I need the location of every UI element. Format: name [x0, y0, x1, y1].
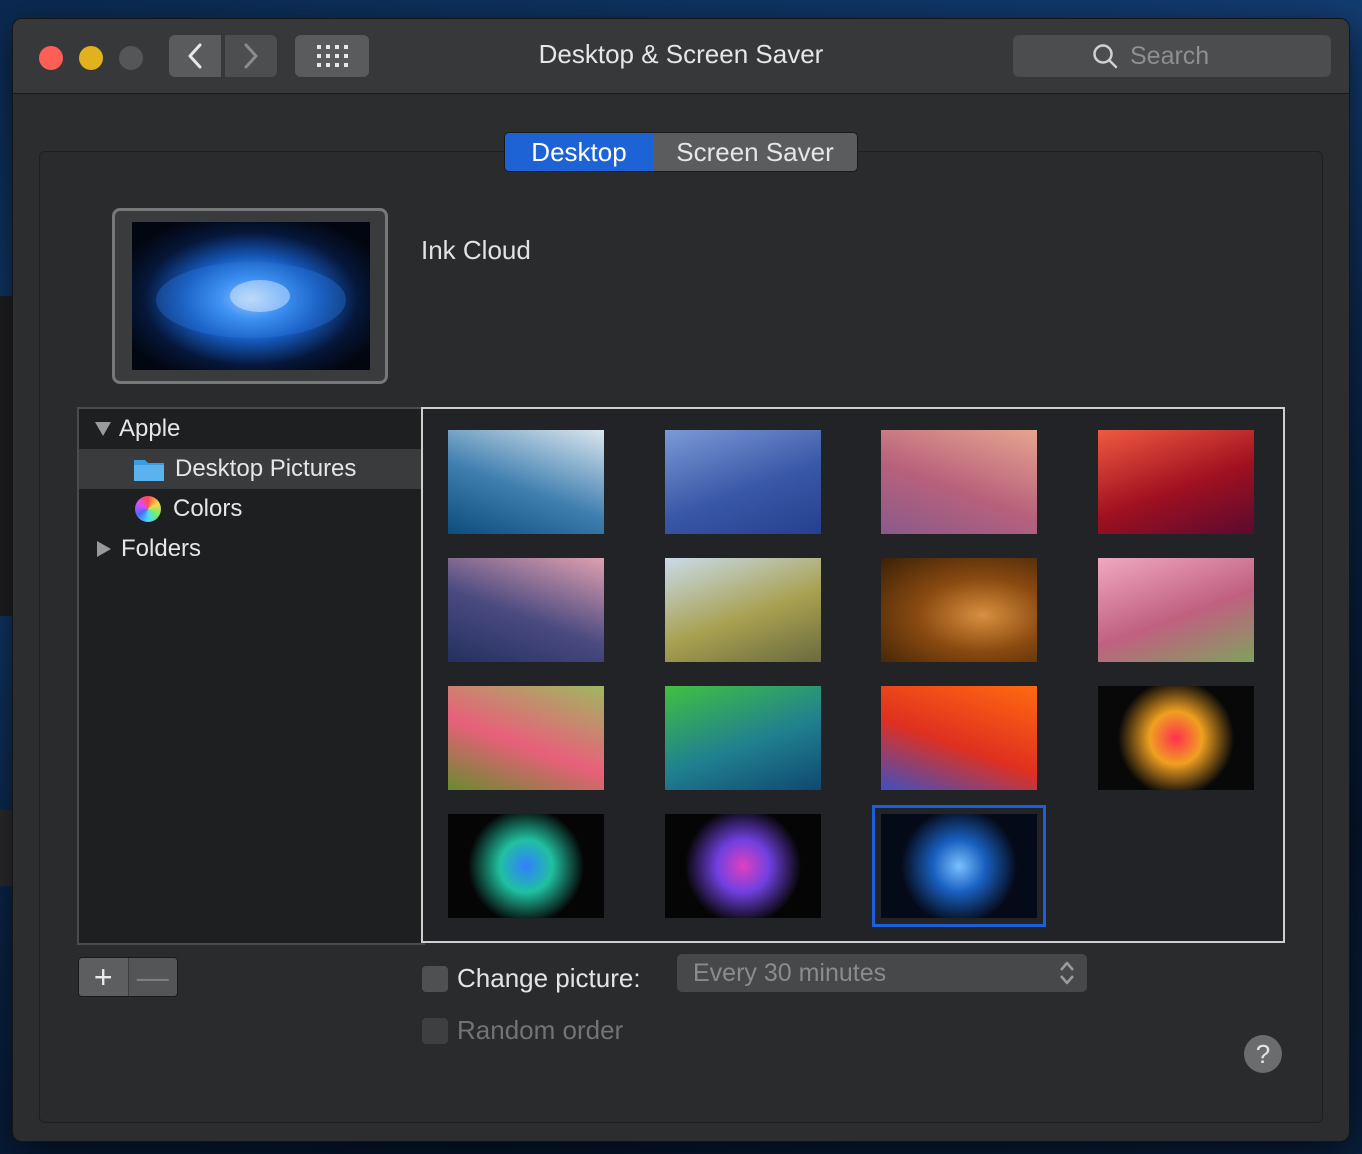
add-source-button[interactable]: +	[79, 958, 128, 996]
random-order-checkbox[interactable]	[421, 1017, 449, 1045]
color-wheel-icon	[135, 496, 161, 522]
folder-icon	[134, 460, 164, 481]
search-field[interactable]	[1013, 35, 1331, 77]
current-wallpaper-image	[132, 222, 370, 370]
wallpaper-thumbnail[interactable]	[881, 686, 1037, 790]
wallpaper-thumbnail[interactable]	[448, 558, 604, 662]
disclosure-right-icon[interactable]	[97, 541, 111, 557]
tab-screen-saver[interactable]: Screen Saver	[653, 133, 857, 171]
wallpaper-thumbnail[interactable]	[448, 686, 604, 790]
source-group-apple[interactable]: Apple	[79, 409, 423, 449]
wallpaper-thumbnail[interactable]	[1098, 686, 1254, 790]
change-picture-checkbox[interactable]	[421, 965, 449, 993]
wallpaper-thumbnail[interactable]	[1098, 558, 1254, 662]
source-group-label: Folders	[121, 535, 202, 562]
wallpaper-thumbnail[interactable]	[872, 805, 1046, 927]
source-item-desktop-pictures[interactable]: Desktop Pictures	[79, 449, 423, 489]
disclosure-down-icon[interactable]	[95, 422, 111, 436]
remove-source-button[interactable]: —	[127, 958, 177, 996]
change-picture-label: Change picture:	[457, 963, 641, 993]
wallpaper-thumbnail[interactable]	[448, 814, 604, 918]
tab-desktop[interactable]: Desktop	[505, 133, 653, 171]
help-button[interactable]: ?	[1244, 1035, 1282, 1073]
source-group-folders[interactable]: Folders	[79, 529, 423, 569]
wallpaper-thumbnail[interactable]	[448, 430, 604, 534]
source-item-label: Colors	[173, 495, 243, 522]
source-group-label: Apple	[119, 415, 181, 442]
source-buttons: + —	[78, 957, 178, 997]
source-list[interactable]: Apple Desktop Pictures Colors Folders	[77, 407, 425, 945]
background-window-edge	[0, 810, 12, 886]
random-order-label: Random order	[457, 1015, 624, 1045]
wallpaper-thumbnail[interactable]	[665, 686, 821, 790]
source-item-colors[interactable]: Colors	[79, 489, 423, 529]
wallpaper-thumbnail[interactable]	[881, 558, 1037, 662]
wallpaper-thumbnail[interactable]	[1098, 430, 1254, 534]
tab-bar: Desktop Screen Saver	[504, 132, 858, 172]
current-picture-name: Ink Cloud	[421, 235, 531, 265]
wallpaper-thumbnail[interactable]	[665, 814, 821, 918]
wallpaper-thumbnail[interactable]	[665, 430, 821, 534]
updown-arrows-icon	[1060, 961, 1074, 985]
interval-select[interactable]: Every 30 minutes	[677, 954, 1087, 992]
title-bar: Desktop & Screen Saver	[13, 19, 1349, 94]
wallpaper-thumbnail[interactable]	[881, 430, 1037, 534]
source-item-label: Desktop Pictures	[175, 455, 357, 482]
preferences-window: Desktop & Screen Saver Desktop Screen Sa…	[12, 18, 1350, 1142]
desktop-preview	[112, 208, 388, 384]
wallpaper-grid	[421, 407, 1285, 943]
background-window-edge	[0, 296, 12, 616]
wallpaper-thumbnail[interactable]	[665, 558, 821, 662]
interval-value: Every 30 minutes	[693, 958, 887, 987]
search-input[interactable]	[1128, 40, 1252, 72]
search-icon	[1093, 44, 1118, 69]
